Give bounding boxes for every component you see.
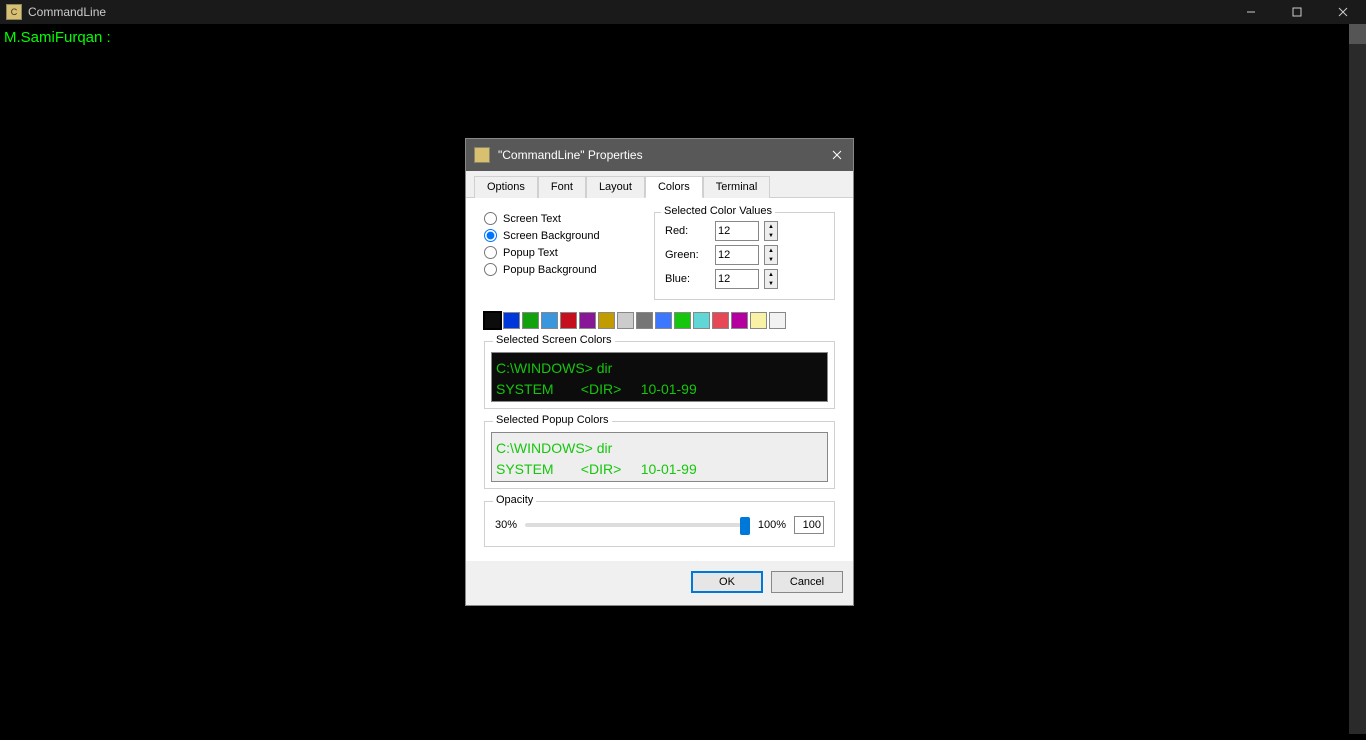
blue-spinner[interactable]: ▲▼ xyxy=(764,269,778,289)
dialog-icon xyxy=(474,147,490,163)
color-swatch-10[interactable] xyxy=(674,312,691,329)
green-spinner[interactable]: ▲▼ xyxy=(764,245,778,265)
dialog-body: Screen Text Screen Background Popup Text… xyxy=(466,198,853,561)
tab-layout[interactable]: Layout xyxy=(586,176,645,198)
red-input[interactable] xyxy=(715,221,759,241)
selected-popup-colors-group: Selected Popup Colors C:\WINDOWS> dir SY… xyxy=(484,421,835,489)
color-swatch-4[interactable] xyxy=(560,312,577,329)
ok-button[interactable]: OK xyxy=(691,571,763,593)
scrollbar[interactable] xyxy=(1349,24,1366,734)
cancel-button[interactable]: Cancel xyxy=(771,571,843,593)
screen-preview: C:\WINDOWS> dir SYSTEM <DIR> 10-01-99 xyxy=(491,352,828,402)
properties-dialog: "CommandLine" Properties Options Font La… xyxy=(465,138,854,606)
dialog-title: "CommandLine" Properties xyxy=(498,148,643,162)
opacity-group: Opacity 30% 100% xyxy=(484,501,835,547)
color-swatch-0[interactable] xyxy=(484,312,501,329)
opacity-input[interactable] xyxy=(794,516,824,534)
red-label: Red: xyxy=(665,225,709,237)
red-spinner[interactable]: ▲▼ xyxy=(764,221,778,241)
green-label: Green: xyxy=(665,249,709,261)
green-input[interactable] xyxy=(715,245,759,265)
color-swatch-13[interactable] xyxy=(731,312,748,329)
radio-screen-background[interactable]: Screen Background xyxy=(484,229,634,242)
blue-input[interactable] xyxy=(715,269,759,289)
tab-font[interactable]: Font xyxy=(538,176,586,198)
opacity-slider[interactable] xyxy=(525,523,750,527)
color-values-legend: Selected Color Values xyxy=(661,205,775,217)
tab-options[interactable]: Options xyxy=(474,176,538,198)
radio-popup-text[interactable]: Popup Text xyxy=(484,246,634,259)
color-swatch-9[interactable] xyxy=(655,312,672,329)
app-icon: C xyxy=(6,4,22,20)
tab-colors[interactable]: Colors xyxy=(645,176,703,198)
opacity-legend: Opacity xyxy=(493,494,536,506)
dialog-tabs: Options Font Layout Colors Terminal xyxy=(466,171,853,198)
color-swatch-8[interactable] xyxy=(636,312,653,329)
opacity-slider-thumb[interactable] xyxy=(740,517,750,535)
window-titlebar: C CommandLine xyxy=(0,0,1366,24)
color-palette xyxy=(484,312,835,329)
scrollbar-thumb[interactable] xyxy=(1349,24,1366,44)
dialog-titlebar: "CommandLine" Properties xyxy=(466,139,853,171)
dialog-close-button[interactable] xyxy=(821,139,853,171)
popup-preview: C:\WINDOWS> dir SYSTEM <DIR> 10-01-99 xyxy=(491,432,828,482)
color-swatch-5[interactable] xyxy=(579,312,596,329)
selected-color-values: Selected Color Values Red: ▲▼ Green: ▲▼ … xyxy=(654,212,835,300)
color-swatch-1[interactable] xyxy=(503,312,520,329)
close-button[interactable] xyxy=(1320,0,1366,24)
tab-terminal[interactable]: Terminal xyxy=(703,176,771,198)
minimize-button[interactable] xyxy=(1228,0,1274,24)
color-swatch-14[interactable] xyxy=(750,312,767,329)
dialog-footer: OK Cancel xyxy=(466,561,853,605)
terminal-prompt: M.SamiFurqan : xyxy=(4,29,111,46)
popup-colors-legend: Selected Popup Colors xyxy=(493,414,612,426)
color-target-radios: Screen Text Screen Background Popup Text… xyxy=(484,212,634,300)
opacity-max-label: 100% xyxy=(758,519,786,531)
color-swatch-7[interactable] xyxy=(617,312,634,329)
screen-colors-legend: Selected Screen Colors xyxy=(493,334,615,346)
color-swatch-3[interactable] xyxy=(541,312,558,329)
opacity-min-label: 30% xyxy=(495,519,517,531)
radio-screen-text[interactable]: Screen Text xyxy=(484,212,634,225)
maximize-button[interactable] xyxy=(1274,0,1320,24)
color-swatch-15[interactable] xyxy=(769,312,786,329)
color-swatch-12[interactable] xyxy=(712,312,729,329)
radio-popup-background[interactable]: Popup Background xyxy=(484,263,634,276)
color-swatch-2[interactable] xyxy=(522,312,539,329)
selected-screen-colors-group: Selected Screen Colors C:\WINDOWS> dir S… xyxy=(484,341,835,409)
color-swatch-6[interactable] xyxy=(598,312,615,329)
color-swatch-11[interactable] xyxy=(693,312,710,329)
blue-label: Blue: xyxy=(665,273,709,285)
window-title: CommandLine xyxy=(28,5,106,19)
